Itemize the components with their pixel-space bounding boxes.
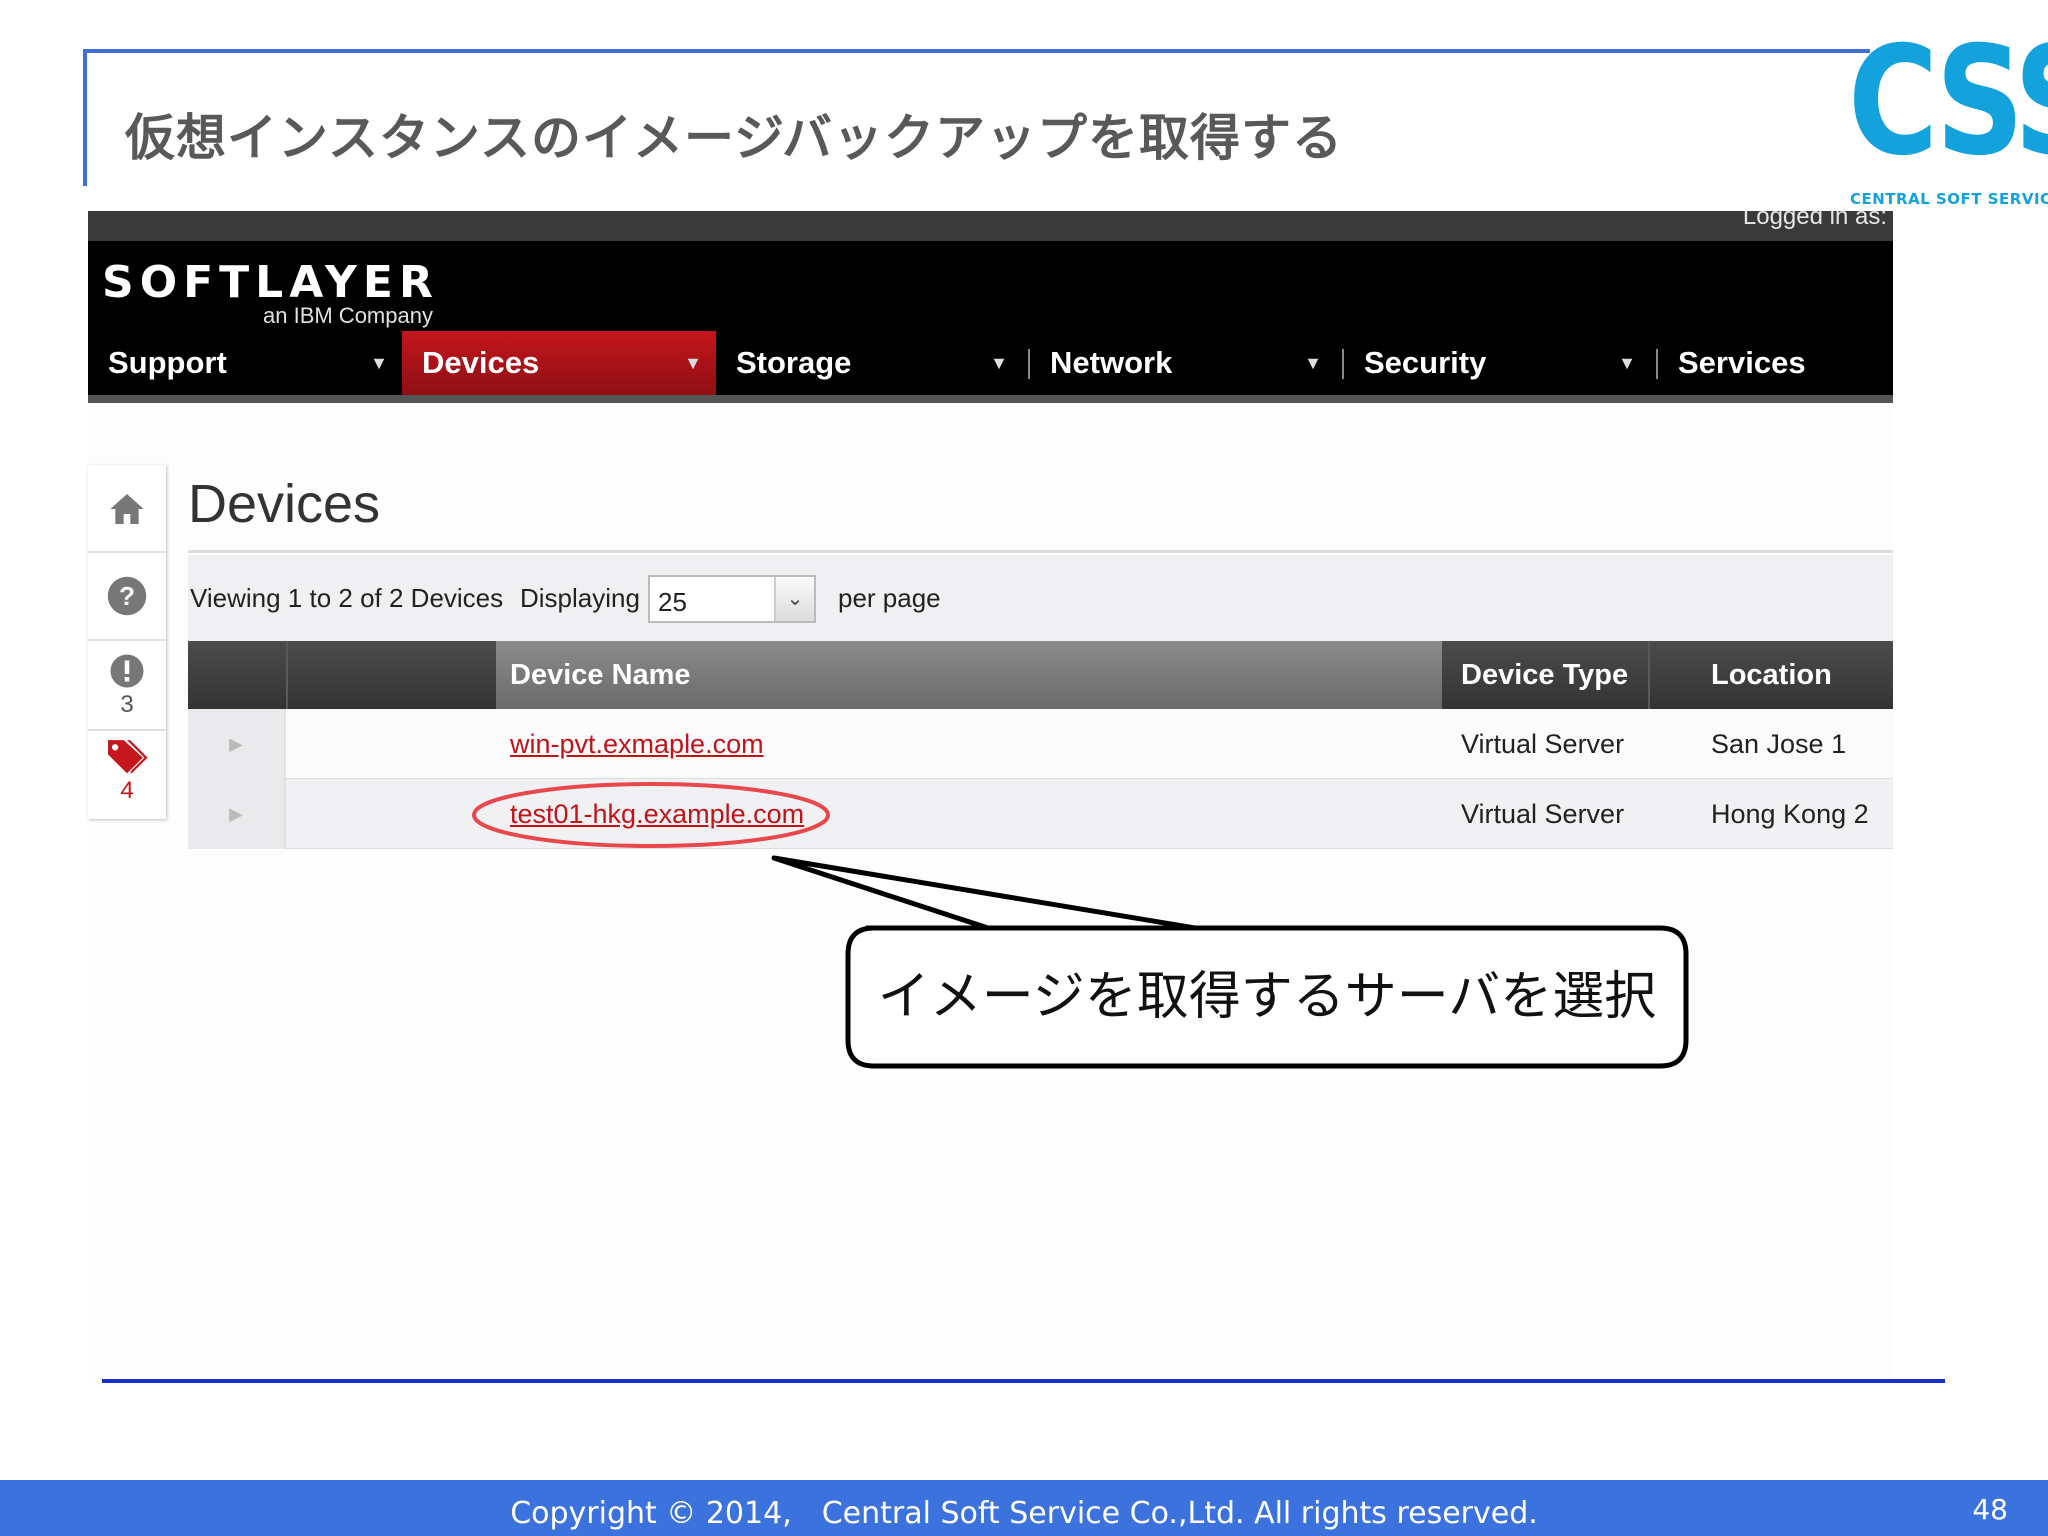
chevron-down-icon[interactable]: ⌄ (774, 577, 814, 621)
brand-subtitle: an IBM Company (263, 303, 433, 328)
nav-label: Security (1364, 345, 1487, 380)
slide-footer: Copyright © 2014, Central Soft Service C… (0, 1480, 2048, 1536)
top-strip: Logged in as: (88, 211, 1893, 241)
rail-tags[interactable]: 4 (88, 731, 166, 819)
icon-rail: ? 3 4 (88, 465, 166, 819)
nav-label: Support (108, 345, 227, 380)
header-divider (286, 641, 288, 709)
rail-help[interactable]: ? (88, 553, 166, 641)
nav-services[interactable]: Services (1658, 331, 1893, 395)
table-row[interactable]: ▶ test01-hkg.example.com Virtual Server … (188, 779, 1893, 849)
expand-arrow-icon[interactable]: ▶ (188, 709, 286, 779)
device-type: Virtual Server (1461, 799, 1625, 829)
per-page-select[interactable]: 25 ⌄ (648, 575, 816, 623)
footer-rule (102, 1379, 1945, 1383)
device-link[interactable]: win-pvt.exmaple.com (510, 729, 764, 760)
header-device-name[interactable]: Device Name (510, 659, 691, 692)
company-logo: CSS CENTRAL SOFT SERVICE (1848, 14, 2048, 210)
table-header: Device Name Device Type Location (188, 641, 1893, 709)
nav-network[interactable]: Network ▼ (1030, 331, 1344, 395)
softlayer-screenshot: Logged in as: SOFTLAYER an IBM Company S… (88, 211, 1893, 1385)
nav-devices[interactable]: Devices ▼ (402, 331, 716, 395)
page-title: Devices (188, 474, 381, 534)
nav-support[interactable]: Support ▼ (88, 331, 402, 395)
nav-label: Services (1678, 345, 1806, 380)
page-number: 48 (1972, 1493, 2008, 1526)
help-icon: ? (107, 576, 147, 616)
nav-storage[interactable]: Storage ▼ (716, 331, 1030, 395)
displaying-label: Displaying (520, 583, 640, 613)
main-nav: Support ▼ Devices ▼ Storage ▼ Network ▼ … (88, 331, 1893, 403)
caret-down-icon: ▼ (1618, 353, 1636, 373)
per-page-value: 25 (658, 587, 687, 617)
rail-home[interactable] (88, 465, 166, 553)
nav-security[interactable]: Security ▼ (1344, 331, 1658, 395)
copyright-text: Copyright © 2014, Central Soft Service C… (510, 1496, 1538, 1531)
alerts-count: 3 (120, 691, 134, 718)
table-toolbar: Viewing 1 to 2 of 2 Devices Displaying 2… (188, 555, 1893, 641)
alert-icon (110, 654, 144, 688)
tags-count: 4 (120, 777, 134, 804)
header-divider (1648, 641, 1650, 709)
header-location[interactable]: Location (1711, 659, 1832, 692)
slide-title: 仮想インスタンスのイメージバックアップを取得する (125, 109, 1343, 167)
rail-alerts[interactable]: 3 (88, 641, 166, 731)
logged-in-label: Logged in as: (1742, 211, 1887, 230)
nav-label: Storage (736, 345, 852, 380)
caret-down-icon: ▼ (990, 353, 1008, 373)
device-location: Hong Kong 2 (1711, 799, 1869, 829)
logo-mark: CSS (1848, 15, 2048, 189)
device-location: San Jose 1 (1711, 729, 1847, 759)
viewing-count: Viewing 1 to 2 of 2 Devices (190, 583, 504, 613)
caret-down-icon: ▼ (684, 353, 702, 373)
softlayer-logo[interactable]: SOFTLAYER (102, 257, 439, 308)
title-divider (188, 550, 1893, 553)
per-page-label: per page (838, 583, 941, 613)
device-link[interactable]: test01-hkg.example.com (510, 799, 804, 830)
device-type: Virtual Server (1461, 729, 1625, 759)
callout-text: イメージを取得するサーバを選択 (877, 967, 1657, 1027)
tags-icon (108, 740, 148, 774)
nav-label: Network (1050, 345, 1173, 380)
logo-subtitle: CENTRAL SOFT SERVICE (1850, 190, 2048, 208)
brand-bar: SOFTLAYER an IBM Company (88, 241, 1893, 343)
expand-arrow-icon[interactable]: ▶ (188, 779, 286, 849)
caret-down-icon: ▼ (1304, 353, 1322, 373)
caret-down-icon: ▼ (370, 353, 388, 373)
nav-label: Devices (422, 345, 540, 380)
table-row[interactable]: ▶ win-pvt.exmaple.com Virtual Server San… (188, 709, 1893, 779)
home-icon (110, 494, 144, 524)
header-device-type[interactable]: Device Type (1461, 659, 1628, 692)
svg-text:?: ? (119, 581, 135, 611)
